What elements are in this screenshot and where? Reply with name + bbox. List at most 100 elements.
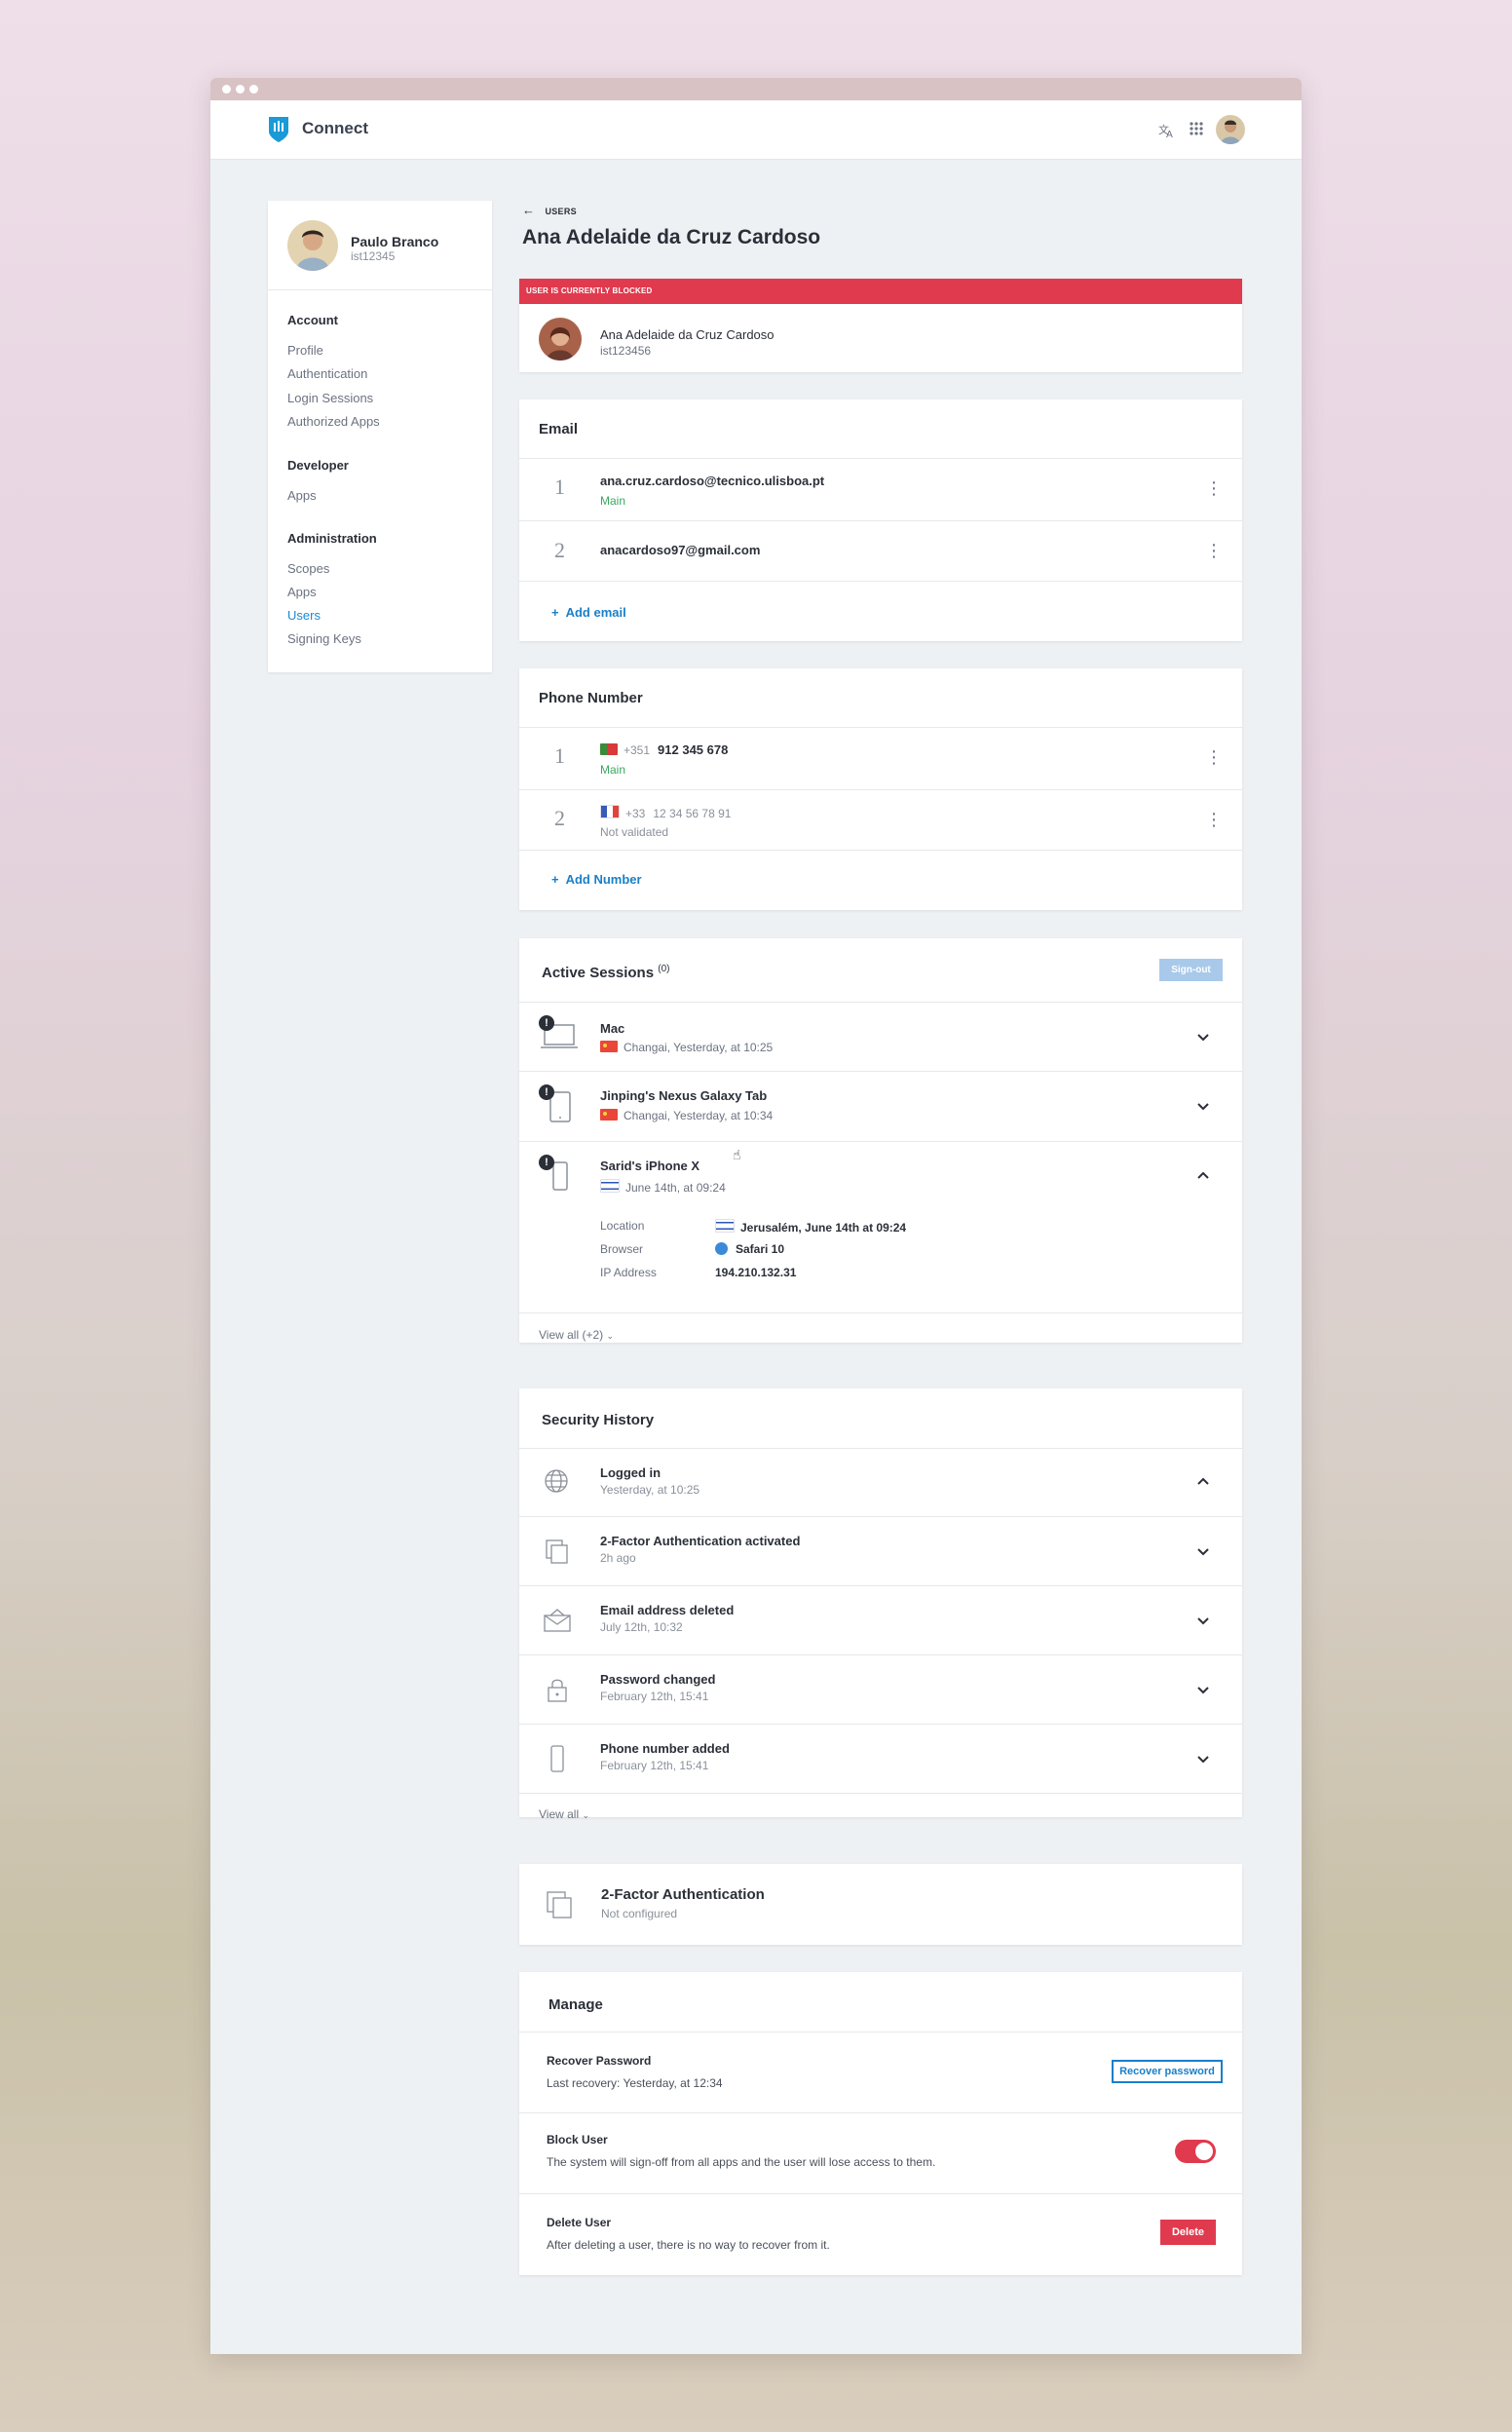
add-email-link[interactable]: + Add email (551, 605, 626, 620)
sidebar-item-scopes[interactable]: Scopes (287, 561, 329, 576)
manage-card-title: Manage (548, 1996, 603, 2013)
safari-icon (715, 1242, 728, 1255)
cursor-pointer-icon: ☝ (733, 1147, 741, 1162)
alert-badge-icon: ! (539, 1155, 554, 1170)
email-card-header: Email (519, 399, 1242, 459)
session-location-line: June 14th, at 09:24 (600, 1179, 726, 1195)
manage-card-header: Manage (519, 1972, 1242, 2033)
logo-icon[interactable] (268, 116, 289, 143)
email-address: anacardoso97@gmail.com (600, 543, 761, 557)
user-id: ist123456 (600, 344, 652, 358)
add-number-row: + Add Number (519, 851, 1242, 911)
window-dot[interactable] (236, 85, 245, 94)
breadcrumb[interactable]: ← USERS (522, 202, 577, 219)
recover-title: Recover Password (547, 2054, 652, 2068)
session-row[interactable]: ! Mac Changai, Yesterday, at 10:25 (519, 1003, 1242, 1072)
phone-number: 912 345 678 (658, 742, 729, 757)
user-avatar[interactable] (1216, 115, 1245, 144)
chevron-down-icon[interactable] (1195, 1613, 1211, 1628)
session-location-line: Changai, Yesterday, at 10:25 (600, 1041, 773, 1054)
breadcrumb-users[interactable]: USERS (545, 207, 577, 216)
chevron-up-icon[interactable] (1195, 1168, 1211, 1184)
chevron-down-icon: ⌄ (606, 1331, 615, 1341)
chevron-down-icon[interactable] (1195, 1543, 1211, 1559)
session-row-expanded[interactable]: ! Sarid's iPhone X June 14th, at 09:24 ☝… (519, 1142, 1242, 1313)
email-index: 2 (554, 538, 565, 562)
phone-row: 1 +351 912 345 678 Main ⋮ (519, 728, 1242, 790)
block-user-toggle[interactable] (1175, 2140, 1216, 2163)
phone-icon (550, 1745, 564, 1772)
email-more-icon[interactable]: ⋮ (1205, 542, 1223, 559)
history-row[interactable]: Email address deleted July 12th, 10:32 (519, 1586, 1242, 1655)
delete-user-button[interactable]: Delete (1160, 2220, 1216, 2245)
history-event: Password changed (600, 1672, 716, 1687)
translate-icon[interactable]: 文A (1157, 121, 1177, 140)
page-title: Ana Adelaide da Cruz Cardoso (522, 226, 821, 248)
session-row[interactable]: ! Jinping's Nexus Galaxy Tab Changai, Ye… (519, 1072, 1242, 1142)
china-flag-icon (600, 1109, 618, 1121)
sidebar-item-authentication[interactable]: Authentication (287, 366, 367, 381)
svg-text:A: A (1166, 130, 1173, 140)
chevron-down-icon[interactable] (1195, 1682, 1211, 1697)
sidebar-item-dev-apps[interactable]: Apps (287, 488, 317, 503)
phone-index: 1 (554, 743, 565, 768)
history-row[interactable]: Password changed February 12th, 15:41 (519, 1655, 1242, 1725)
history-row[interactable]: Phone number added February 12th, 15:41 (519, 1725, 1242, 1794)
chevron-down-icon[interactable] (1195, 1029, 1211, 1045)
add-number-label: Add Number (565, 872, 642, 887)
sidebar-item-login-sessions[interactable]: Login Sessions (287, 391, 373, 405)
chevron-up-icon[interactable] (1195, 1474, 1211, 1490)
chevron-down-icon[interactable] (1195, 1751, 1211, 1767)
two-factor-icon (546, 1539, 568, 1564)
chevron-down-icon: ⌄ (582, 1810, 590, 1820)
sessions-card-title: Active Sessions (0) (542, 964, 669, 981)
phone-more-icon[interactable]: ⋮ (1205, 748, 1223, 766)
sessions-view-all-link[interactable]: View all (+2) ⌄ (539, 1328, 614, 1342)
session-location: Changai, Yesterday, at 10:25 (624, 1041, 774, 1054)
recover-password-button[interactable]: Recover password (1112, 2060, 1223, 2083)
back-arrow-icon[interactable]: ← (522, 203, 535, 217)
phone-number-line: +351 912 345 678 (600, 742, 728, 757)
profile-summary: Paulo Branco ist12345 (268, 201, 492, 290)
sessions-card: Active Sessions (0) Sign-out ! Mac Chang… (519, 938, 1242, 1343)
chevron-down-icon[interactable] (1195, 1098, 1211, 1114)
delete-user-row: Delete User After deleting a user, there… (519, 2194, 1242, 2276)
window-dot[interactable] (249, 85, 258, 94)
portugal-flag-icon (600, 743, 618, 755)
block-desc: The system will sign-off from all apps a… (547, 2155, 936, 2169)
profile-id: ist12345 (351, 249, 396, 263)
manage-card: Manage Recover Password Last recovery: Y… (519, 1972, 1242, 2275)
history-time: 2h ago (600, 1551, 636, 1565)
sidebar-item-users[interactable]: Users (287, 608, 321, 623)
user-name: Ana Adelaide da Cruz Cardoso (600, 327, 775, 342)
globe-icon (545, 1469, 568, 1493)
france-flag-icon (600, 805, 620, 818)
history-view-all-text: View all (539, 1807, 580, 1821)
phone-main-tag: Main (600, 763, 626, 777)
email-more-icon[interactable]: ⋮ (1205, 479, 1223, 497)
window-dot[interactable] (222, 85, 231, 94)
phone-number-line: +33 12 34 56 78 91 (600, 805, 731, 820)
sessions-count: (0) (658, 964, 670, 974)
detail-location-label: Location (600, 1219, 645, 1233)
phone-row: 2 +33 12 34 56 78 91 Not validated ⋮ (519, 790, 1242, 851)
brand-name[interactable]: Connect (302, 119, 368, 138)
phone-more-icon[interactable]: ⋮ (1205, 811, 1223, 828)
email-address: ana.cruz.cardoso@tecnico.ulisboa.pt (600, 474, 825, 488)
history-view-all-link[interactable]: View all ⌄ (539, 1807, 589, 1821)
history-row[interactable]: 2-Factor Authentication activated 2h ago (519, 1517, 1242, 1586)
add-number-link[interactable]: + Add Number (551, 872, 642, 887)
signout-button[interactable]: Sign-out (1159, 959, 1223, 981)
session-device: Sarid's iPhone X (600, 1159, 700, 1173)
email-index: 1 (554, 475, 565, 499)
sessions-view-all-text: View all (+2) (539, 1328, 604, 1342)
china-flag-icon (600, 1041, 618, 1052)
sidebar-item-profile[interactable]: Profile (287, 343, 323, 358)
sidebar-item-signing-keys[interactable]: Signing Keys (287, 631, 361, 646)
sidebar-item-authorized-apps[interactable]: Authorized Apps (287, 414, 380, 429)
sidebar-group-administration: Administration (287, 531, 377, 546)
history-time: February 12th, 15:41 (600, 1690, 709, 1703)
history-row[interactable]: Logged in Yesterday, at 10:25 (519, 1449, 1242, 1517)
apps-grid-icon[interactable] (1187, 121, 1206, 140)
sidebar-item-admin-apps[interactable]: Apps (287, 585, 317, 599)
